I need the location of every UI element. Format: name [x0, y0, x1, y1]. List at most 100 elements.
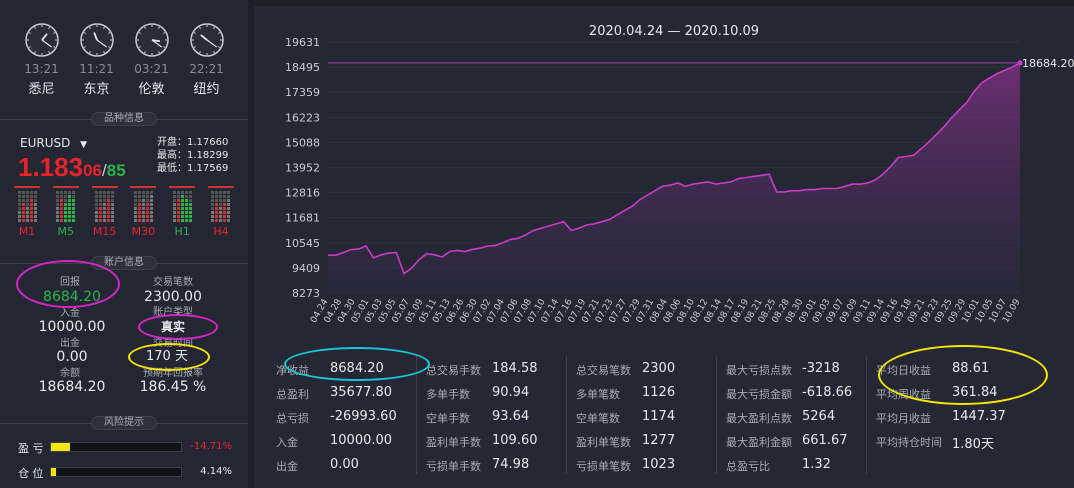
- stat-row: 最大盈利点数 5264: [726, 409, 835, 426]
- stat-value: 109.60: [492, 433, 538, 448]
- stat-row: 总交易手数 184.58: [426, 361, 538, 378]
- signal-bar: [33, 191, 37, 222]
- y-tick-label: 18495: [285, 61, 320, 74]
- signal-bar: [172, 191, 176, 222]
- balance-value: 18684.20: [38, 379, 106, 395]
- annual-value: 186.45 %: [139, 379, 207, 395]
- stat-row: 最大亏损金额 -618.66: [726, 385, 852, 402]
- stat-label: 总交易笔数: [576, 364, 631, 377]
- clock-newyork: 22:21 纽约: [179, 22, 234, 97]
- deposit-value: 10000.00: [38, 319, 106, 335]
- signal-bar: [111, 191, 115, 222]
- pl-bar: [50, 442, 182, 452]
- signal-bar: [25, 191, 29, 222]
- stat-value: 74.98: [492, 457, 530, 472]
- stat-row: 空单手数 93.64: [426, 409, 529, 426]
- signal-bar: [95, 191, 99, 222]
- clock-city: 东京: [83, 82, 110, 97]
- withdraw-value: 0.00: [56, 349, 88, 365]
- equity-area: [328, 62, 1020, 294]
- stat-label: 最大亏损金额: [726, 388, 792, 401]
- y-tick-label: 17359: [285, 86, 320, 99]
- stat-row: 亏损单笔数 1023: [576, 457, 675, 474]
- stat-value: -26993.60: [330, 409, 397, 424]
- stat-value: 1023: [642, 457, 676, 472]
- pl-value: -14.71%: [190, 441, 232, 452]
- timeframe-label: M5: [57, 225, 75, 238]
- position-label: 仓 位: [18, 467, 44, 480]
- ohl-values: 开盘：1.17660 最高：1.18299 最低：1.17569: [157, 137, 229, 174]
- stat-row: 入金 10000.00: [276, 433, 392, 450]
- signal-bars: [91, 186, 118, 222]
- left-panel: 13:21 悉尼 11:21 东京 03:21 伦敦 22:21 纽约 品种信息 EUR…: [0, 0, 248, 488]
- chart-title: 2020.04.24 — 2020.10.09: [589, 24, 759, 39]
- signal-bar: [176, 191, 180, 222]
- stat-label: 亏损单笔数: [576, 460, 631, 473]
- stat-row: 盈利单笔数 1277: [576, 433, 675, 450]
- clock-icon: [24, 23, 59, 57]
- clock-london: 03:21 伦敦: [124, 22, 179, 97]
- equity-chart: 2020.04.24 — 2020.10.09 19631 18495 17359 16…: [285, 24, 1074, 325]
- clock-city: 伦敦: [138, 82, 165, 97]
- position-bar: [50, 467, 182, 477]
- clock-tokyo: 11:21 东京: [69, 22, 124, 97]
- highlight-ring-net-profit: [284, 347, 430, 381]
- symbol-select[interactable]: EURUSD ▼: [20, 136, 87, 150]
- stat-row: 多单笔数 1126: [576, 385, 675, 402]
- stat-value: 184.58: [492, 361, 538, 376]
- stat-value: 661.67: [802, 433, 848, 448]
- stat-row: 亏损单手数 74.98: [426, 457, 529, 474]
- stat-value: 2300: [642, 361, 676, 376]
- signal-bar: [17, 191, 21, 222]
- signal-bar: [133, 191, 137, 222]
- highlight-ring-return: [16, 260, 120, 308]
- world-clocks: 13:21 悉尼 11:21 东京 03:21 伦敦 22:21 纽约: [14, 22, 234, 97]
- stat-value: 1.80天: [952, 437, 994, 452]
- timeframe-h1: H1: [169, 186, 196, 238]
- y-tick-label: 10545: [285, 237, 320, 250]
- signal-bar: [72, 191, 76, 222]
- clock-time: 13:21: [24, 62, 59, 76]
- timeframe-m30: M30: [130, 186, 157, 238]
- signal-bar: [56, 191, 60, 222]
- stat-value: -3218: [802, 361, 840, 376]
- signal-bars: [52, 186, 79, 222]
- signal-bar: [215, 191, 219, 222]
- y-tick-label: 12816: [285, 187, 320, 200]
- chevron-down-icon[interactable]: ▼: [80, 140, 87, 150]
- signal-bar: [103, 191, 107, 222]
- column-divider: [566, 356, 567, 474]
- clock-city: 纽约: [193, 82, 220, 97]
- timeframe-m15: M15: [91, 186, 118, 238]
- signal-bars: [207, 186, 234, 222]
- y-tick-label: 8273: [292, 287, 320, 300]
- balance-label: 余额: [60, 368, 80, 379]
- stat-value: 1126: [642, 385, 676, 400]
- signal-bar: [21, 191, 25, 222]
- timeframe-label: M15: [92, 225, 117, 238]
- stat-label: 最大亏损点数: [726, 364, 792, 377]
- timeframe-m1: M1: [14, 186, 40, 238]
- column-divider: [866, 356, 867, 474]
- stat-label: 平均月收益: [876, 412, 931, 425]
- timeframe-label: M30: [131, 225, 156, 238]
- stat-row: 总盈亏比 1.32: [726, 457, 831, 474]
- highlight-ring-avg-income: [878, 345, 1048, 405]
- clock-icon: [79, 23, 114, 57]
- y-tick-label: 9409: [292, 262, 320, 275]
- clock-time: 11:21: [79, 62, 114, 76]
- highlight-ring-days: [128, 343, 210, 371]
- signal-bar: [107, 191, 111, 222]
- clock-time: 22:21: [189, 62, 224, 76]
- stat-value: 1277: [642, 433, 676, 448]
- stat-label: 多单手数: [426, 388, 470, 401]
- stat-value: 90.94: [492, 385, 530, 400]
- stat-value: 1.32: [802, 457, 831, 472]
- signal-bars: [14, 186, 40, 222]
- stat-label: 平均持仓时间: [876, 436, 942, 449]
- deposit-label: 入金: [60, 308, 80, 319]
- highlight-ring-account-type: [138, 314, 218, 340]
- current-price: 1.18306/85: [18, 152, 126, 182]
- stat-label: 最大盈利点数: [726, 412, 792, 425]
- signal-bar: [99, 191, 103, 222]
